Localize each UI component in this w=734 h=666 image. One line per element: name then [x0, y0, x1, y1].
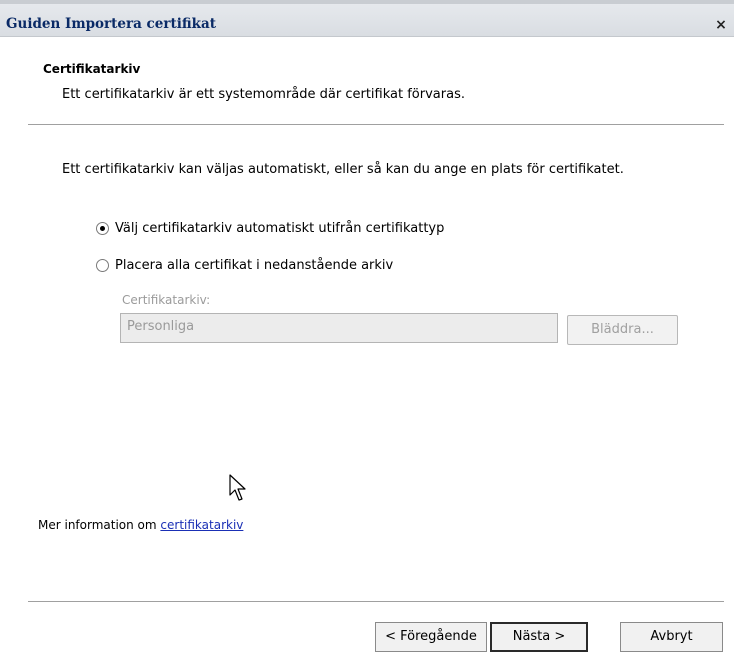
cancel-button[interactable]: Avbryt [620, 622, 723, 652]
radio-button-checked[interactable] [96, 222, 109, 235]
close-button[interactable]: × [710, 17, 732, 35]
store-field-label: Certifikatarkiv: [122, 293, 211, 307]
more-info-text: Mer information om certifikatarkiv [38, 518, 243, 532]
mouse-cursor-icon [229, 474, 246, 501]
header-divider [28, 124, 724, 126]
radio-button-unchecked[interactable] [96, 259, 109, 272]
certificate-store-link[interactable]: certifikatarkiv [160, 518, 243, 532]
radio-auto-store[interactable]: Välj certifikatarkiv automatiskt utifrån… [96, 221, 444, 236]
title-bar[interactable]: Guiden Importera certifikat × [0, 4, 734, 37]
page-title: Certifikatarkiv [43, 62, 141, 76]
page-subtitle: Ett certifikatarkiv är ett systemområde … [62, 87, 465, 102]
radio-auto-store-label: Välj certifikatarkiv automatiskt utifrån… [115, 221, 445, 236]
browse-button: Bläddra... [567, 315, 678, 345]
wizard-header: Certifikatarkiv Ett certifikatarkiv är e… [0, 38, 734, 124]
more-info-prefix: Mer information om [38, 518, 161, 532]
close-icon: × [715, 17, 727, 33]
radio-manual-store-label: Placera alla certifikat i nedanstående a… [115, 258, 394, 273]
footer-divider [28, 601, 724, 603]
radio-manual-store[interactable]: Placera alla certifikat i nedanstående a… [96, 258, 393, 273]
window-title: Guiden Importera certifikat [6, 16, 216, 32]
store-input: Personliga [120, 313, 558, 343]
next-button[interactable]: Nästa > [490, 622, 588, 652]
intro-text: Ett certifikatarkiv kan väljas automatis… [62, 162, 624, 177]
back-button[interactable]: < Föregående [375, 622, 487, 652]
